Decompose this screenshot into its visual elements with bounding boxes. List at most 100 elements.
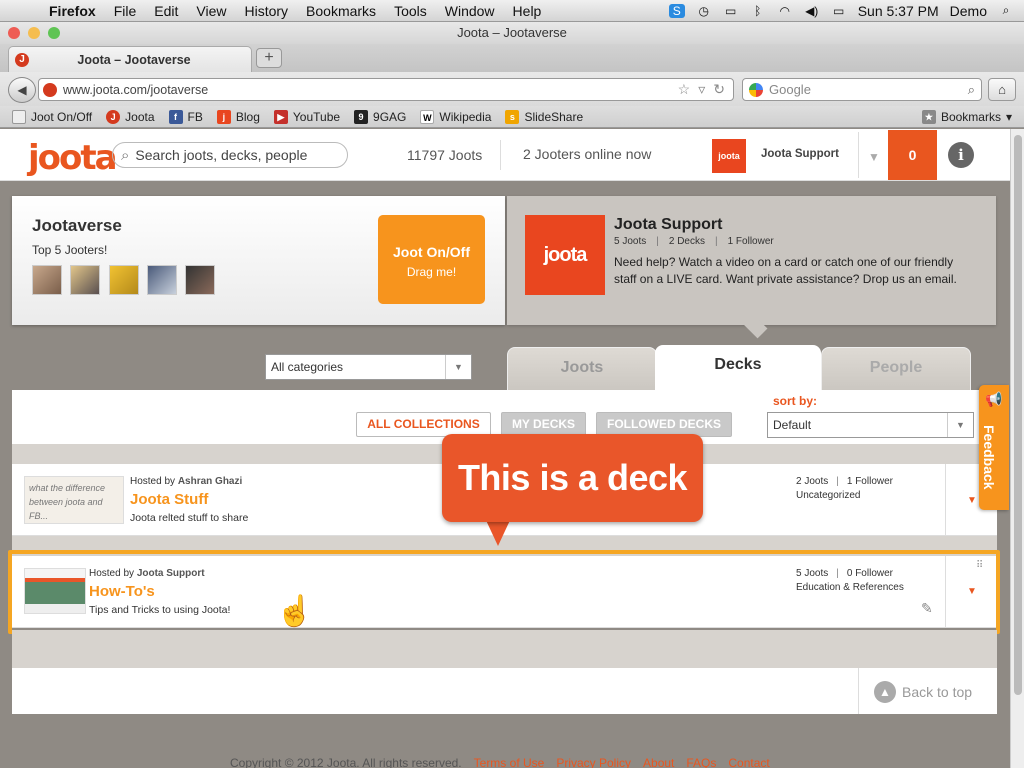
menu-tools[interactable]: Tools	[385, 3, 436, 19]
wifi-icon[interactable]: ◠	[777, 4, 793, 18]
deck-title[interactable]: Joota Stuff	[130, 491, 208, 508]
blog-icon: j	[216, 109, 231, 124]
site-identity-icon[interactable]	[43, 82, 57, 97]
bookmark-blog[interactable]: j Blog	[216, 109, 260, 124]
minimize-window-button[interactable]	[28, 27, 40, 39]
host-name-link[interactable]: Ashran Ghazi	[178, 476, 242, 487]
footer-link-privacy[interactable]: Privacy Policy	[556, 756, 631, 768]
category-select[interactable]: All categories ▼	[265, 354, 472, 380]
deck-thumbnail[interactable]: what the difference between joota and FB…	[24, 476, 124, 524]
home-button[interactable]: ⌂	[988, 78, 1016, 101]
notifications-button[interactable]: 0	[888, 130, 937, 180]
menu-app[interactable]: Firefox	[40, 3, 105, 19]
menu-bookmarks[interactable]: Bookmarks	[297, 3, 385, 19]
new-tab-button[interactable]: +	[256, 48, 282, 68]
search-engine-placeholder[interactable]: Google	[769, 82, 811, 97]
jooter-avatar[interactable]	[185, 265, 215, 295]
time-machine-icon[interactable]: ◷	[696, 4, 712, 18]
bookmark-label: Joot On/Off	[31, 109, 93, 124]
menu-window[interactable]: Window	[436, 3, 504, 19]
google-icon[interactable]	[749, 82, 763, 97]
bookmark-slideshare[interactable]: s SlideShare	[505, 109, 583, 124]
battery-icon[interactable]: ▭	[831, 4, 847, 18]
clock[interactable]: Sun 5:37 PM	[858, 3, 939, 19]
profile-followers[interactable]: 1 Follower	[728, 236, 774, 247]
jooter-avatar[interactable]	[32, 265, 62, 295]
info-icon[interactable]: i	[948, 142, 974, 168]
bookmark-label: FB	[187, 109, 203, 124]
menu-help[interactable]: Help	[504, 3, 551, 19]
9gag-icon: 9	[354, 109, 369, 124]
site-search-input[interactable]: ⌕ Search joots, decks, people	[112, 142, 348, 168]
browser-tab[interactable]: J Joota – Jootaverse	[8, 46, 252, 72]
url-bar[interactable]: www.joota.com/jootaverse ☆ ▿ ↻	[38, 78, 734, 101]
jooter-avatar[interactable]	[147, 265, 177, 295]
profile-name[interactable]: Joota Support	[614, 216, 722, 234]
page-scrollbar[interactable]	[1010, 129, 1024, 768]
profile-avatar[interactable]: joota	[525, 215, 605, 295]
zoom-window-button[interactable]	[48, 27, 60, 39]
chevron-down-icon: ▾	[1005, 109, 1012, 124]
bookmark-joot-onoff[interactable]: Joot On/Off	[12, 109, 93, 124]
online-count[interactable]: 2 Jooters online now	[523, 146, 651, 162]
search-engine-box[interactable]: Google ⌕	[742, 78, 982, 101]
tab-decks[interactable]: Decks	[655, 345, 821, 391]
user-avatar[interactable]: joota	[712, 139, 746, 173]
chevron-down-icon[interactable]: ▼	[868, 150, 880, 164]
jooter-avatar[interactable]	[70, 265, 100, 295]
hosted-by-label: Hosted by	[130, 476, 176, 487]
profile-description: Need help? Watch a video on a card or ca…	[614, 255, 957, 286]
volume-icon[interactable]: ◀)	[804, 4, 820, 18]
stat-separator: |	[656, 236, 659, 247]
back-button[interactable]: ◀	[8, 77, 36, 103]
display-icon[interactable]: ▭	[723, 4, 739, 18]
jooter-avatar[interactable]	[109, 265, 139, 295]
bookmark-fb[interactable]: f FB	[168, 109, 203, 124]
joot-onoff-button[interactable]: Joot On/Off Drag me!	[378, 215, 485, 304]
footer-link-contact[interactable]: Contact	[728, 756, 769, 768]
spotlight-icon[interactable]: ⌕	[998, 3, 1014, 18]
menu-file[interactable]: File	[105, 3, 146, 19]
back-to-top-label: Back to top	[902, 684, 973, 700]
joota-logo[interactable]: joota	[28, 138, 118, 178]
joots-count: 11797 Joots	[407, 147, 483, 163]
bookmarks-menu[interactable]: ★ Bookmarks ▾	[921, 109, 1024, 124]
scrollbar-thumb[interactable]	[1014, 135, 1022, 695]
feedback-tab[interactable]: 📢 Feedback	[979, 385, 1009, 510]
deck-expand-icon[interactable]: ▼	[967, 495, 977, 506]
profile-decks[interactable]: 2 Decks	[669, 236, 705, 247]
back-to-top-button[interactable]: ▲ Back to top	[874, 681, 972, 703]
tab-people[interactable]: People	[821, 347, 971, 391]
history-dropdown-icon[interactable]: ▿	[698, 81, 705, 98]
bookmark-youtube[interactable]: ▶ YouTube	[273, 109, 340, 124]
footer-link-terms[interactable]: Terms of Use	[474, 756, 545, 768]
menu-edit[interactable]: Edit	[145, 3, 187, 19]
profile-joots[interactable]: 5 Joots	[614, 236, 646, 247]
footer-link-about[interactable]: About	[643, 756, 674, 768]
bookmarks-toolbar: Joot On/Off J Joota f FB j Blog ▶ YouTube 99…	[0, 106, 1024, 128]
joota-favicon-icon: J	[15, 52, 29, 67]
url-text[interactable]: www.joota.com/jootaverse	[63, 83, 208, 97]
search-icon[interactable]: ⌕	[968, 82, 981, 98]
bookmark-joota[interactable]: J Joota	[106, 109, 155, 124]
tab-bar: J Joota – Jootaverse +	[0, 44, 1024, 72]
sort-select[interactable]: Default ▼	[767, 412, 974, 438]
bookmark-9gag[interactable]: 9 9GAG	[354, 109, 406, 124]
menu-history[interactable]: History	[235, 3, 297, 19]
menu-view[interactable]: View	[187, 3, 235, 19]
skype-icon[interactable]: S	[668, 3, 685, 18]
bookmark-wikipedia[interactable]: W Wikipedia	[420, 109, 491, 124]
bluetooth-icon[interactable]: ᛒ	[750, 4, 766, 18]
copyright-text: Copyright © 2012 Joota. All rights reser…	[230, 756, 462, 768]
bookmarks-menu-label: Bookmarks	[940, 109, 1001, 124]
footer-link-faqs[interactable]: FAQs	[686, 756, 716, 768]
chevron-down-icon: ▼	[445, 355, 471, 379]
reload-icon[interactable]: ↻	[713, 81, 725, 98]
user-name[interactable]: Demo	[950, 3, 987, 19]
tab-joots[interactable]: Joots	[507, 347, 657, 391]
close-window-button[interactable]	[8, 27, 20, 39]
bookmarks-star-icon: ★	[921, 109, 936, 124]
megaphone-icon: 📢	[985, 391, 1003, 407]
user-name-link[interactable]: Joota Support	[761, 148, 839, 160]
bookmark-star-icon[interactable]: ☆	[678, 81, 691, 98]
